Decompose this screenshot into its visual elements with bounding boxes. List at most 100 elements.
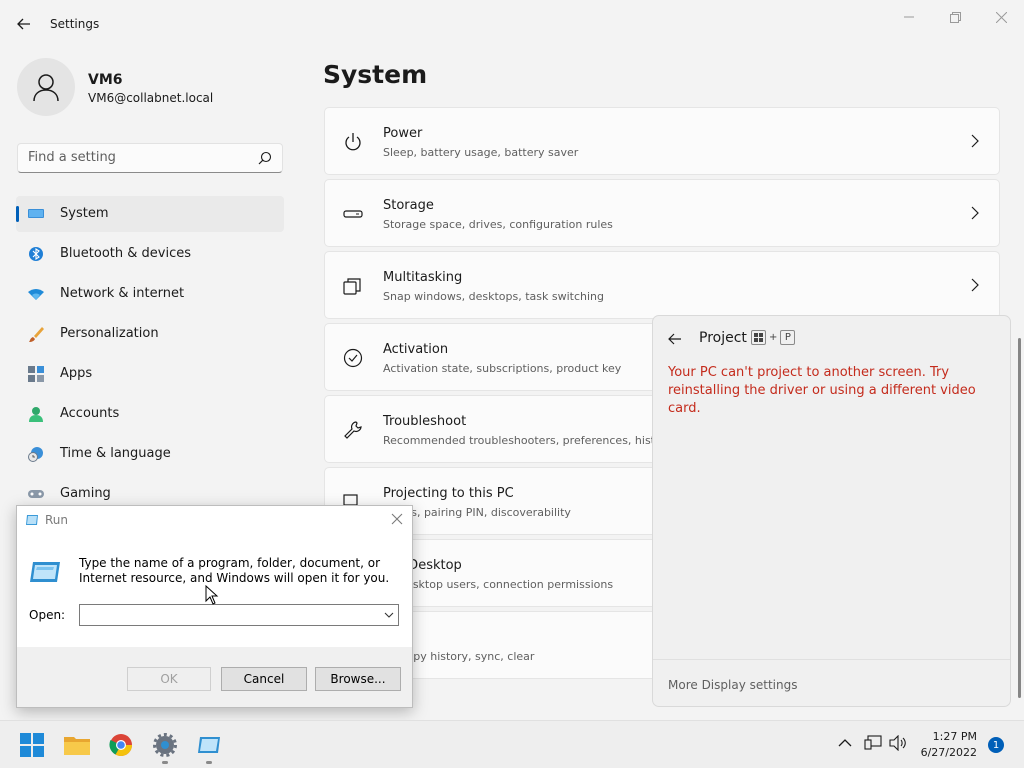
network-icon[interactable] (864, 735, 882, 751)
sidebar-item-network[interactable]: Network & internet (16, 276, 284, 312)
volume-icon[interactable] (889, 735, 907, 751)
project-error-message: Your PC can't project to another screen.… (668, 365, 976, 416)
run-description: Type the name of a program, folder, docu… (79, 556, 390, 585)
chevron-down-icon[interactable] (383, 608, 395, 622)
project-flyout: Project + P Your PC can't project to ano… (652, 315, 1011, 707)
sidebar-item-personalization[interactable]: Personalization (16, 316, 284, 352)
globe-clock-icon (28, 447, 43, 462)
cancel-button[interactable]: Cancel (221, 667, 307, 691)
settings-icon (153, 733, 177, 757)
minimize-icon (904, 16, 914, 18)
sidebar-item-system[interactable]: System (16, 196, 284, 232)
card-subtitle: Sleep, battery usage, battery saver (383, 146, 579, 159)
clock-time[interactable]: 1:27 PM (931, 730, 977, 743)
notification-badge[interactable]: 1 (988, 737, 1004, 753)
taskbar-settings[interactable] (151, 731, 179, 759)
clock-date[interactable]: 6/27/2022 (916, 746, 977, 759)
start-button[interactable] (18, 731, 46, 759)
person-icon (33, 74, 59, 102)
browse-button[interactable]: Browse... (315, 667, 401, 691)
mouse-cursor-icon (205, 585, 219, 605)
chevron-right-icon (971, 206, 979, 220)
windows-key-icon (751, 330, 766, 345)
minimize-button[interactable] (886, 8, 932, 26)
apps-icon (28, 366, 44, 382)
sidebar-item-apps[interactable]: Apps (16, 356, 284, 392)
windows-start-icon (20, 733, 44, 757)
card-subtitle: Activation state, subscriptions, product… (383, 362, 622, 375)
ok-button[interactable]: OK (127, 667, 211, 691)
project-shortcut: + P (751, 330, 796, 345)
close-icon[interactable] (390, 512, 404, 526)
chrome-icon (109, 734, 132, 756)
brush-icon (29, 327, 44, 342)
close-button[interactable] (978, 8, 1024, 26)
title-bar: Settings (0, 0, 1024, 48)
sidebar-item-label: Bluetooth & devices (60, 246, 191, 261)
taskbar-chrome[interactable] (107, 731, 135, 759)
maximize-button[interactable] (932, 8, 978, 26)
taskbar-run[interactable] (195, 731, 223, 759)
card-subtitle: te Desktop users, connection permissions (383, 578, 614, 591)
card-subtitle: Storage space, drives, configuration rul… (383, 218, 613, 231)
search-input[interactable]: Find a setting (17, 143, 283, 173)
card-subtitle: Snap windows, desktops, task switching (383, 290, 605, 303)
wifi-icon (28, 289, 44, 300)
search-placeholder: Find a setting (28, 150, 116, 165)
open-label: Open: (29, 608, 66, 622)
monitor-icon (28, 209, 44, 218)
scrollbar[interactable] (1018, 338, 1021, 698)
card-storage[interactable]: Storage Storage space, drives, configura… (324, 179, 1000, 247)
taskbar-file-explorer[interactable] (63, 731, 91, 759)
app-title: Settings (50, 17, 100, 31)
run-icon (30, 562, 60, 582)
check-circle-icon (343, 348, 363, 368)
sidebar-item-label: Gaming (60, 486, 111, 501)
divider (653, 659, 1010, 660)
chevron-up-icon[interactable] (838, 738, 852, 748)
shortcut-plus: + (769, 332, 778, 343)
card-title: Troubleshoot (383, 414, 467, 429)
wrench-icon (344, 421, 362, 439)
sidebar-item-bluetooth[interactable]: Bluetooth & devices (16, 236, 284, 272)
sidebar-item-label: Accounts (60, 406, 120, 421)
taskbar: 1:27 PM 6/27/2022 1 (0, 720, 1024, 768)
chevron-right-icon (971, 278, 979, 292)
run-icon (26, 515, 38, 525)
card-power[interactable]: Power Sleep, battery usage, battery save… (324, 107, 1000, 175)
project-title: Project (699, 330, 747, 346)
avatar[interactable] (17, 58, 75, 116)
more-display-settings-link[interactable]: More Display settings (668, 678, 797, 692)
profile-name: VM6 (88, 72, 123, 88)
running-indicator (162, 761, 168, 764)
back-button[interactable] (14, 14, 34, 34)
person-icon (29, 407, 43, 422)
run-title: Run (45, 513, 69, 527)
card-title: Storage (383, 198, 434, 213)
file-explorer-icon (64, 737, 90, 755)
sidebar-item-label: Personalization (60, 326, 159, 341)
power-icon (345, 133, 361, 151)
sidebar-item-label: Apps (60, 366, 93, 381)
bluetooth-icon (29, 247, 43, 261)
open-input[interactable] (79, 604, 399, 626)
card-multitasking[interactable]: Multitasking Snap windows, desktops, tas… (324, 251, 1000, 319)
restore-icon (949, 11, 961, 23)
sidebar-item-label: System (60, 206, 109, 221)
search-icon (258, 151, 272, 165)
run-dialog: Run Type the name of a program, folder, … (16, 505, 413, 708)
card-title: Power (383, 126, 423, 141)
arrow-left-icon (17, 18, 30, 30)
sidebar-item-label: Time & language (60, 446, 171, 461)
run-icon (198, 737, 220, 753)
close-icon (995, 11, 1007, 23)
sidebar-item-label: Network & internet (60, 286, 185, 301)
sidebar-item-accounts[interactable]: Accounts (16, 396, 284, 432)
card-title: Activation (383, 342, 449, 357)
arrow-left-icon[interactable] (667, 331, 683, 347)
sidebar-item-time-language[interactable]: Time & language (16, 436, 284, 472)
card-subtitle: Recommended troubleshooters, preferences… (383, 434, 662, 447)
drive-icon (343, 210, 363, 218)
multitask-icon (343, 278, 361, 295)
card-title: Multitasking (383, 270, 463, 285)
